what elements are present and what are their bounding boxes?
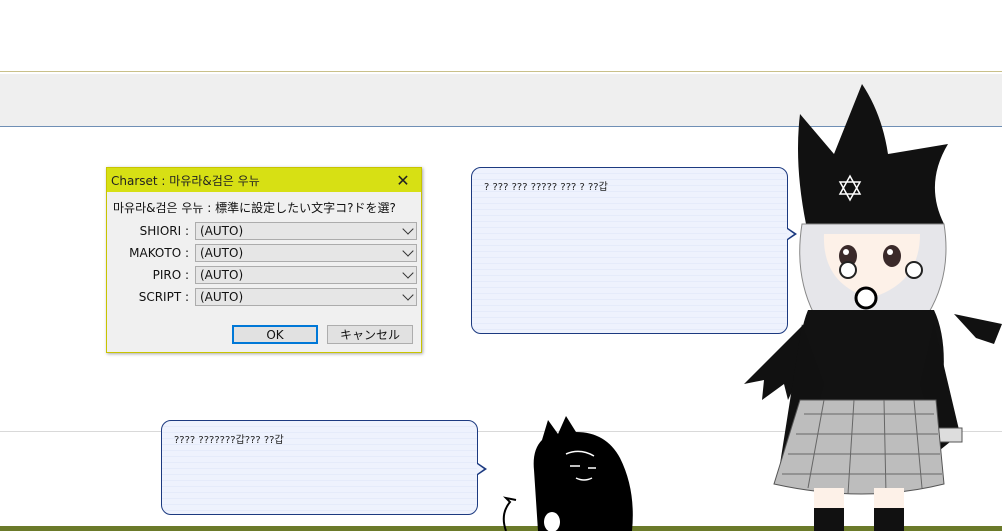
- chevron-down-icon: [402, 267, 414, 279]
- cancel-button[interactable]: キャンセル: [327, 325, 413, 344]
- witch-girl-character[interactable]: [744, 84, 1002, 531]
- charset-label: SCRIPT :: [138, 290, 189, 304]
- dialog-title: Charset : 마유라&검은 우뉴: [111, 173, 260, 188]
- dialog-titlebar[interactable]: Charset : 마유라&검은 우뉴 ✕: [107, 168, 421, 192]
- charset-row-makoto: MAKOTO : (AUTO): [115, 242, 421, 264]
- chevron-down-icon: [402, 245, 414, 257]
- select-value: (AUTO): [200, 224, 244, 238]
- charset-select-makoto[interactable]: (AUTO): [195, 244, 417, 262]
- background-rule: [0, 71, 1002, 72]
- charset-row-script: SCRIPT : (AUTO): [115, 286, 421, 308]
- charset-row-shiori: SHIORI : (AUTO): [115, 220, 421, 242]
- select-value: (AUTO): [200, 268, 244, 282]
- sub-balloon-text: ???? ???????갑??? ??갑: [174, 435, 284, 446]
- dialog-prompt: 마유라&검은 우뉴 : 標準に設定したい文字コ?ドを選?: [113, 201, 396, 215]
- main-balloon[interactable]: ? ??? ??? ????? ??? ? ??갑: [471, 167, 797, 334]
- charset-select-piro[interactable]: (AUTO): [195, 266, 417, 284]
- sub-balloon-tail: [477, 463, 487, 475]
- dialog-buttons: OK キャンセル: [232, 325, 413, 344]
- charset-select-shiori[interactable]: (AUTO): [195, 222, 417, 240]
- charset-dialog: Charset : 마유라&검은 우뉴 ✕ 마유라&검은 우뉴 : 標準に設定し…: [106, 167, 422, 353]
- black-cat-character[interactable]: [496, 410, 646, 531]
- charset-label: PIRO :: [152, 268, 189, 282]
- charset-label: SHIORI :: [139, 224, 189, 238]
- chevron-down-icon: [402, 223, 414, 235]
- ok-button[interactable]: OK: [232, 325, 318, 344]
- close-icon[interactable]: ✕: [391, 170, 415, 190]
- main-balloon-text: ? ??? ??? ????? ??? ? ??갑: [484, 182, 608, 193]
- select-value: (AUTO): [200, 290, 244, 304]
- charset-row-piro: PIRO : (AUTO): [115, 264, 421, 286]
- select-value: (AUTO): [200, 246, 244, 260]
- chevron-down-icon: [402, 289, 414, 301]
- charset-label: MAKOTO :: [129, 246, 189, 260]
- sub-balloon[interactable]: ???? ???????갑??? ??갑: [161, 420, 487, 515]
- charset-select-script[interactable]: (AUTO): [195, 288, 417, 306]
